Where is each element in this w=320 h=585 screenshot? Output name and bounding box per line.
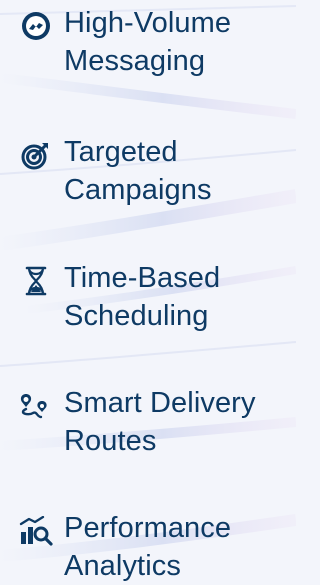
feature-label: High-Volume Messaging (64, 7, 232, 77)
feature-item-performance-analytics: Performance Analytics (18, 509, 294, 585)
messenger-icon (18, 8, 54, 44)
feature-label: Targeted Campaigns (64, 136, 212, 206)
feature-item-smart-delivery-routes: Smart Delivery Routes (18, 384, 294, 460)
hourglass-icon (18, 263, 54, 299)
feature-label: Time-Based Scheduling (64, 262, 221, 332)
route-icon (18, 388, 54, 424)
target-icon (18, 137, 54, 173)
feature-item-high-volume-messaging: High-Volume Messaging (18, 4, 294, 80)
analytics-icon (18, 513, 54, 549)
feature-item-time-based-scheduling: Time-Based Scheduling (18, 259, 294, 335)
feature-item-targeted-campaigns: Targeted Campaigns (18, 133, 294, 209)
feature-label: Performance Analytics (64, 512, 232, 582)
feature-label: Smart Delivery Routes (64, 387, 256, 457)
